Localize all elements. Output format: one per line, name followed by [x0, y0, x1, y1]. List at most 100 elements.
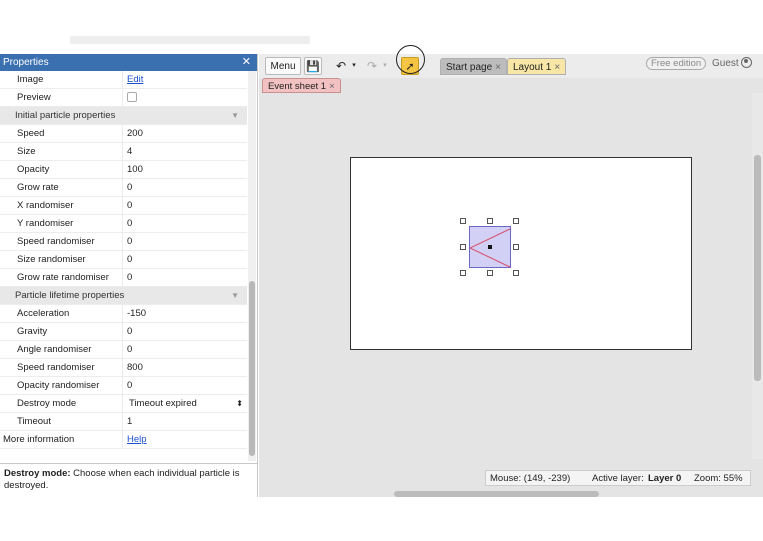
redo-dropdown-icon[interactable]: ▾ [381, 57, 389, 75]
resize-handle[interactable] [460, 244, 466, 250]
property-row[interactable]: Y randomiser 0 [0, 215, 247, 233]
undo-dropdown-icon[interactable]: ▾ [350, 57, 358, 75]
canvas-horizontal-scrollbar[interactable] [394, 491, 599, 497]
property-row[interactable]: Opacity randomiser 0 [0, 377, 247, 395]
value-text[interactable]: 200 [127, 128, 143, 139]
value-text[interactable]: 0 [127, 326, 132, 337]
tab-layout-1[interactable]: Layout 1 × [507, 58, 567, 75]
property-row[interactable]: Size 4 [0, 143, 247, 161]
property-row[interactable]: Acceleration -150 [0, 305, 247, 323]
property-value[interactable]: 0 [123, 377, 247, 394]
property-link[interactable]: Edit [127, 74, 143, 85]
free-edition-badge[interactable]: Free edition [646, 57, 707, 70]
property-value[interactable]: 200 [123, 125, 247, 142]
property-value[interactable]: 100 [123, 161, 247, 178]
property-value[interactable]: 0 [123, 269, 247, 286]
collapse-triangle-icon[interactable]: ▼ [231, 287, 239, 305]
property-value[interactable]: 0 [123, 251, 247, 268]
floppy-disk-icon[interactable]: 💾 [304, 57, 322, 75]
property-row[interactable]: X randomiser 0 [0, 197, 247, 215]
property-value[interactable]: 800 [123, 359, 247, 376]
value-text[interactable]: 100 [127, 164, 143, 175]
property-key: Timeout [0, 413, 123, 430]
property-row[interactable]: Speed 200 [0, 125, 247, 143]
property-value[interactable]: 0 [123, 215, 247, 232]
property-row[interactable]: More information Help [0, 431, 247, 449]
value-text[interactable]: 0 [127, 380, 132, 391]
address-bar [70, 36, 310, 44]
value-text[interactable]: 0 [127, 236, 132, 247]
scrollbar-thumb[interactable] [754, 155, 761, 381]
resize-handle[interactable] [460, 218, 466, 224]
collapse-triangle-icon[interactable]: ▼ [231, 107, 239, 125]
property-row[interactable]: Destroy mode Timeout expired ⬍ [0, 395, 247, 413]
destroy-mode-select[interactable]: Timeout expired [127, 398, 197, 409]
property-row[interactable]: Preview [0, 89, 247, 107]
property-value[interactable]: -150 [123, 305, 247, 322]
user-name[interactable]: Guest [712, 57, 739, 70]
property-section[interactable]: Particle lifetime properties ▼ [0, 287, 247, 305]
property-row[interactable]: Size randomiser 0 [0, 251, 247, 269]
property-value[interactable] [123, 89, 247, 106]
resize-handle[interactable] [487, 270, 493, 276]
tab-event-sheet-1[interactable]: Event sheet 1 × [262, 78, 341, 93]
menu-button[interactable]: Menu [265, 57, 301, 75]
resize-handle[interactable] [487, 218, 493, 224]
property-value[interactable]: 1 [123, 413, 247, 430]
property-value[interactable]: 0 [123, 233, 247, 250]
property-row[interactable]: Gravity 0 [0, 323, 247, 341]
close-icon[interactable]: × [554, 62, 560, 73]
property-value[interactable]: Help [123, 431, 247, 448]
property-value[interactable]: 0 [123, 197, 247, 214]
property-section[interactable]: Initial particle properties ▼ [0, 107, 247, 125]
value-text[interactable]: -150 [127, 308, 146, 319]
property-value[interactable]: Edit [123, 71, 247, 88]
particle-object[interactable] [469, 226, 511, 268]
section-label: Particle lifetime properties [15, 290, 125, 301]
property-key: More information [0, 431, 123, 448]
value-text[interactable]: 800 [127, 362, 143, 373]
redo-icon[interactable]: ↷ [363, 57, 381, 75]
property-value[interactable]: 0 [123, 179, 247, 196]
value-text[interactable]: 0 [127, 200, 132, 211]
property-row[interactable]: Opacity 100 [0, 161, 247, 179]
user-icon[interactable] [741, 57, 752, 68]
property-row[interactable]: Timeout 1 [0, 413, 247, 431]
value-text[interactable]: 0 [127, 218, 132, 229]
tab-start-page[interactable]: Start page × [440, 58, 507, 75]
property-row[interactable]: Speed randomiser 0 [0, 233, 247, 251]
property-row[interactable]: Image Edit [0, 71, 247, 89]
value-text[interactable]: 0 [127, 344, 132, 355]
select-arrows-icon[interactable]: ⬍ [236, 395, 243, 413]
close-icon[interactable]: × [495, 62, 501, 73]
close-icon[interactable]: ✕ [242, 54, 251, 71]
close-icon[interactable]: × [329, 81, 335, 92]
resize-handle[interactable] [513, 218, 519, 224]
mouse-position: Mouse: (149, -239) [490, 473, 571, 484]
layout-viewport[interactable] [350, 157, 692, 350]
property-link[interactable]: Help [127, 434, 147, 445]
property-row[interactable]: Angle randomiser 0 [0, 341, 247, 359]
property-key: Size randomiser [0, 251, 123, 268]
resize-handle[interactable] [460, 270, 466, 276]
canvas-vertical-scrollbar[interactable] [752, 93, 763, 459]
value-text[interactable]: 0 [127, 182, 132, 193]
undo-icon[interactable]: ↶ [332, 57, 350, 75]
preview-checkbox[interactable] [127, 92, 137, 103]
property-row[interactable]: Grow rate 0 [0, 179, 247, 197]
value-text[interactable]: 0 [127, 272, 132, 283]
value-text[interactable]: 0 [127, 254, 132, 265]
property-value[interactable]: 0 [123, 341, 247, 358]
resize-handle[interactable] [513, 244, 519, 250]
property-value[interactable]: 4 [123, 143, 247, 160]
properties-scrollbar[interactable] [248, 71, 256, 461]
value-text[interactable]: 1 [127, 416, 132, 427]
property-value[interactable]: 0 [123, 323, 247, 340]
property-row[interactable]: Speed randomiser 800 [0, 359, 247, 377]
layout-canvas[interactable] [259, 93, 752, 459]
property-row[interactable]: Grow rate randomiser 0 [0, 269, 247, 287]
scrollbar-thumb[interactable] [249, 281, 255, 456]
property-value[interactable]: Timeout expired ⬍ [123, 395, 247, 412]
value-text[interactable]: 4 [127, 146, 132, 157]
resize-handle[interactable] [513, 270, 519, 276]
